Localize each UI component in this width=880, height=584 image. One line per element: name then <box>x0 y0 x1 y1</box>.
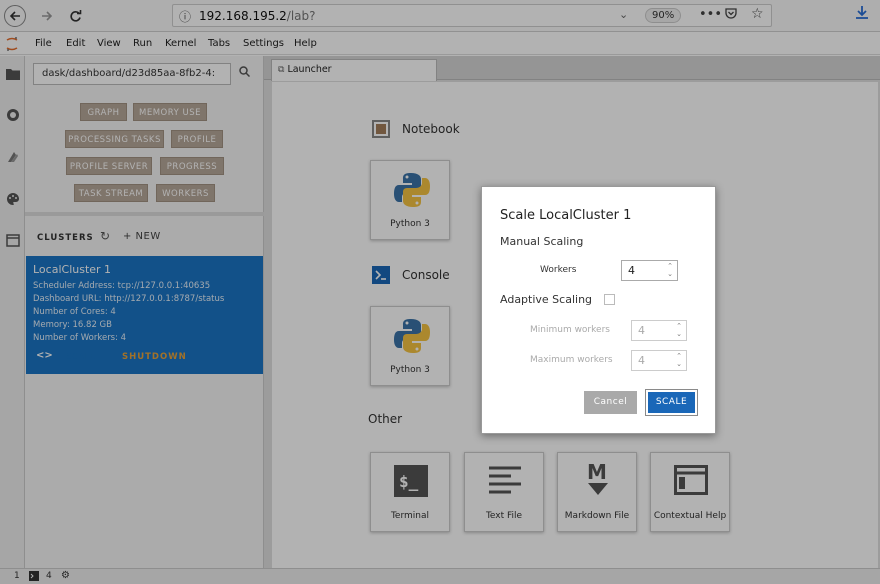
stepper-arrows-icon[interactable]: ⌃ ⌄ <box>667 262 673 278</box>
cancel-button[interactable]: Cancel <box>584 391 637 414</box>
scale-button[interactable]: SCALE <box>645 389 698 416</box>
maximum-workers-label: Maximum workers <box>530 355 613 365</box>
minimum-workers-label: Minimum workers <box>530 325 610 335</box>
workers-label: Workers <box>540 265 577 275</box>
manual-scaling-label: Manual Scaling <box>500 235 584 248</box>
minimum-workers-value: 4 <box>638 324 645 337</box>
minimum-workers-stepper[interactable]: 4 ⌃ ⌄ <box>631 320 687 341</box>
workers-stepper[interactable]: 4 ⌃ ⌄ <box>621 260 678 281</box>
scale-button-label: SCALE <box>648 392 695 413</box>
stepper-arrows-icon[interactable]: ⌃ ⌄ <box>676 352 682 368</box>
maximum-workers-value: 4 <box>638 354 645 367</box>
stepper-arrows-icon[interactable]: ⌃ ⌄ <box>676 322 682 338</box>
adaptive-scaling-label: Adaptive Scaling <box>500 293 593 306</box>
dialog-title: Scale LocalCluster 1 <box>500 208 632 223</box>
modal-backdrop[interactable] <box>0 0 880 584</box>
adaptive-scaling-checkbox[interactable] <box>604 294 615 305</box>
maximum-workers-stepper[interactable]: 4 ⌃ ⌄ <box>631 350 687 371</box>
scale-dialog: Scale LocalCluster 1 Manual Scaling Work… <box>481 186 716 434</box>
workers-value: 4 <box>628 264 635 277</box>
